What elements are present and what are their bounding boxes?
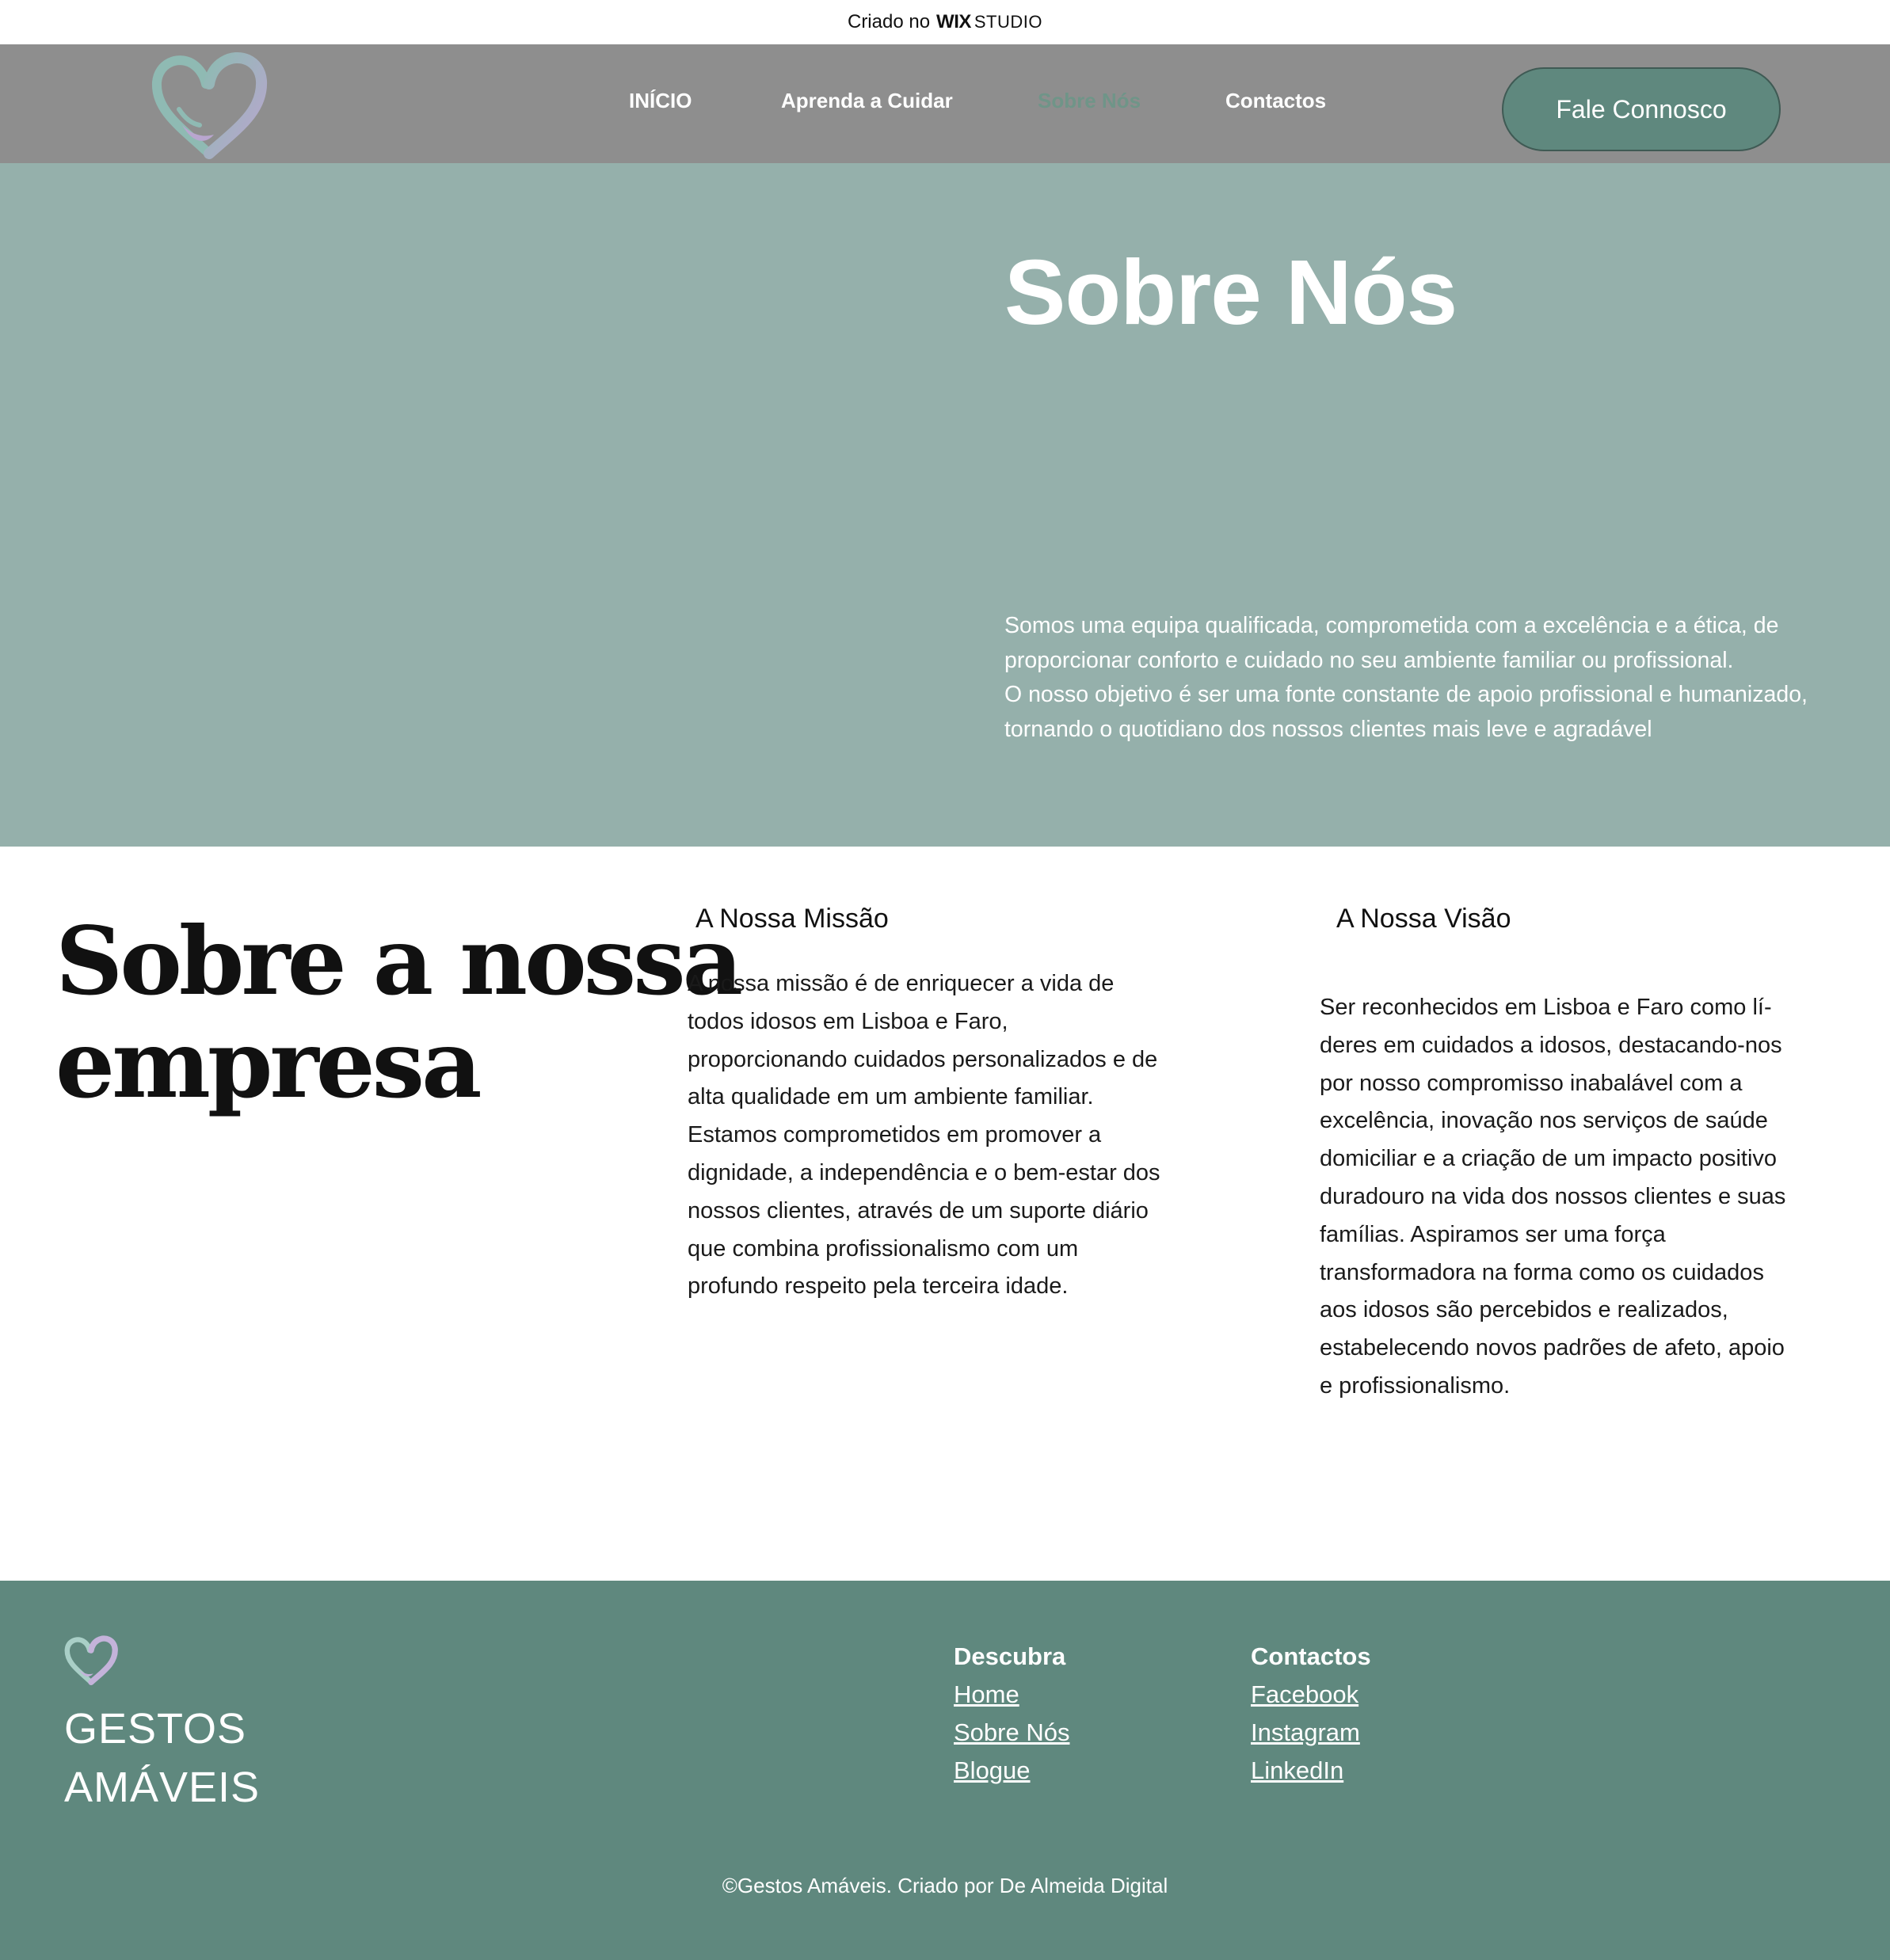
heart-hands-icon	[64, 1635, 118, 1685]
hero-line: tornando o quotidiano dos nossos cliente…	[1004, 716, 1652, 742]
wix-banner-prefix: Criado no	[847, 11, 931, 32]
nav-item-contactos[interactable]: Contactos	[1225, 89, 1326, 113]
vision-line: e profissionalismo.	[1320, 1372, 1511, 1399]
nav-item-sobre-nos[interactable]: Sobre Nós	[1038, 89, 1141, 113]
vision-line: transformadora na forma como os cuidados	[1320, 1259, 1764, 1285]
footer-discover-column: Descubra Home Sobre Nós Blogue	[954, 1638, 1069, 1790]
vision-line: Ser reconhecidos em Lisboa e Faro como l…	[1320, 995, 1772, 1020]
hero-line: Somos uma equipa qualificada, comprometi…	[1004, 613, 1779, 638]
footer-discover-title: Descubra	[954, 1642, 1066, 1670]
vision-text: Ser reconhecidos em Lisboa e Faro como l…	[1320, 989, 1858, 1406]
hero-description: Somos uma equipa qualificada, comprometi…	[1004, 609, 1884, 747]
hero-line: proporcionar conforto e cuidado no seu a…	[1004, 647, 1734, 673]
mission-line: proporcionando cuidados personalizados e…	[688, 1046, 1158, 1072]
mission-line: todos idosos em Lisboa e Faro,	[688, 1008, 1008, 1034]
mission-line: dignidade, a independência e o bem-estar…	[688, 1159, 1160, 1186]
nav-item-inicio[interactable]: INÍCIO	[629, 89, 692, 113]
footer-brand: GESTOS AMÁVEIS	[64, 1699, 260, 1817]
footer-link-blogue[interactable]: Blogue	[954, 1752, 1069, 1790]
vision-line: famílias. Aspiramos ser uma força	[1320, 1221, 1666, 1247]
about-title-line: Sobre a nossa	[55, 906, 743, 1016]
nav-item-aprenda-a-cuidar[interactable]: Aprenda a Cuidar	[781, 89, 953, 113]
about-title-line: empresa	[55, 1009, 482, 1119]
vision-line: domiciliar e a criação de um impacto pos…	[1320, 1146, 1778, 1172]
footer-link-facebook[interactable]: Facebook	[1251, 1676, 1371, 1714]
about-section: Sobre a nossa empresa A Nossa Missão A n…	[0, 847, 1890, 1581]
footer-link-instagram[interactable]: Instagram	[1251, 1714, 1371, 1752]
mission-title: A Nossa Missão	[695, 904, 889, 934]
mission-line: que combina profissionalismo com um	[688, 1235, 1079, 1262]
footer-link-linkedin[interactable]: LinkedIn	[1251, 1752, 1371, 1790]
mission-line: profundo respeito pela terceira idade.	[688, 1273, 1069, 1300]
vision-line: excelência, inovação nos serviços de saú…	[1320, 1108, 1768, 1134]
site-header: INÍCIO Aprenda a Cuidar Sobre Nós Contac…	[0, 44, 1890, 163]
wix-logo: WIX	[936, 11, 971, 32]
mission-text: A nossa missão é de enriquecer a vida de…	[688, 965, 1226, 1306]
footer-link-home[interactable]: Home	[954, 1676, 1069, 1714]
mission-line: A nossa missão é de enriquecer a vida de	[688, 971, 1115, 996]
site-footer: GESTOS AMÁVEIS Descubra Home Sobre Nós B…	[0, 1581, 1890, 1960]
hero-title: Sobre Nós	[1004, 241, 1458, 344]
footer-contacts-title: Contactos	[1251, 1642, 1371, 1670]
footer-contacts-column: Contactos Facebook Instagram LinkedIn	[1251, 1638, 1371, 1790]
hero-section: Sobre Nós Somos uma equipa qualificada, …	[0, 163, 1890, 847]
hero-line: O nosso objetivo é ser uma fonte constan…	[1004, 682, 1808, 707]
wix-product: STUDIO	[974, 12, 1042, 32]
footer-copyright: ©Gestos Amáveis. Criado por De Almeida D…	[722, 1874, 1168, 1897]
mission-line: nossos clientes, através de um suporte d…	[688, 1197, 1149, 1224]
vision-line: estabelecendo novos padrões de afeto, ap…	[1320, 1335, 1785, 1361]
vision-title: A Nossa Visão	[1336, 904, 1511, 934]
wix-banner[interactable]: Criado no WIX STUDIO	[0, 0, 1890, 44]
fale-connosco-button[interactable]: Fale Connosco	[1502, 67, 1781, 151]
vision-line: duradouro na vida dos nossos clientes e …	[1320, 1183, 1786, 1209]
vision-line: por nosso compromisso inabalável com a	[1320, 1070, 1743, 1096]
footer-link-sobre-nos[interactable]: Sobre Nós	[954, 1714, 1069, 1752]
footer-brand-line: AMÁVEIS	[64, 1764, 261, 1811]
vision-line: deres em cuidados a idosos, destacando-n…	[1320, 1032, 1782, 1058]
about-title: Sobre a nossa empresa	[55, 906, 743, 1119]
footer-brand-line: GESTOS	[64, 1705, 247, 1753]
mission-line: alta qualidade em um ambiente familiar.	[688, 1084, 1094, 1110]
vision-line: aos idosos são percebidos e realizados,	[1320, 1297, 1728, 1323]
mission-line: Estamos comprometidos em promover a	[688, 1122, 1102, 1148]
